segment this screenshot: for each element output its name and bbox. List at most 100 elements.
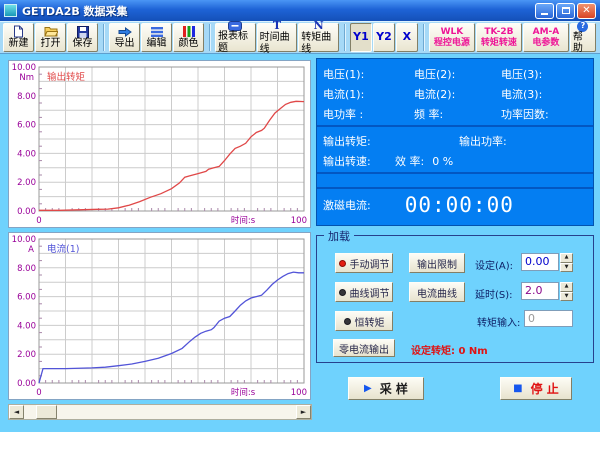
close-button[interactable]: ✕ <box>577 3 596 19</box>
zero-current-label: 零电流输出 <box>339 341 389 356</box>
voltage2-label: 电压(2): <box>414 66 501 82</box>
current-curve-button[interactable]: 电流曲线 <box>409 282 465 302</box>
save-label: 保存 <box>73 38 93 50</box>
radio-unselected-icon <box>339 289 346 296</box>
wlk-power-supply-button[interactable]: WLK 程控电源 <box>429 23 475 52</box>
export-arrow-icon <box>118 25 132 38</box>
stop-button[interactable]: ■ 停 止 <box>500 377 572 400</box>
current3-label: 电流(3): <box>501 86 593 102</box>
delay-input[interactable]: 2.0 <box>521 282 559 300</box>
edit-list-icon <box>151 25 163 38</box>
scroll-right-arrow-icon[interactable]: ► <box>296 405 311 419</box>
output-limit-button[interactable]: 输出限制 <box>409 253 465 273</box>
constant-torque-radio-button[interactable]: 恒转矩 <box>335 311 393 331</box>
svg-text:Nm: Nm <box>19 73 34 83</box>
color-bars-icon <box>183 25 195 38</box>
save-button[interactable]: 保存 <box>67 23 98 52</box>
delay-spinner[interactable]: ▲ ▼ <box>560 282 573 301</box>
toolbar-separator <box>423 24 425 51</box>
open-button[interactable]: 打开 <box>35 23 66 52</box>
svg-text:电流(1): 电流(1) <box>47 243 79 255</box>
set-current-label: 设定(A): <box>475 257 513 272</box>
radio-selected-icon <box>339 260 346 267</box>
power-factor-label: 功率因数: <box>501 106 593 122</box>
manual-adjust-radio-button[interactable]: 手动调节 <box>335 253 393 273</box>
svg-text:0: 0 <box>36 216 41 226</box>
report-title-label: 报表标题 <box>218 31 253 54</box>
radio-unselected-icon <box>344 318 351 325</box>
svg-text:4.00: 4.00 <box>17 149 36 159</box>
time-curve-label: 时间曲线 <box>260 32 295 55</box>
report-title-button[interactable]: 报表标题 <box>215 23 256 52</box>
minimize-button[interactable] <box>535 3 554 19</box>
edit-label: 编辑 <box>147 38 167 50</box>
efficiency-label: 效 率: <box>395 153 424 169</box>
svg-text:2.00: 2.00 <box>17 178 36 188</box>
torque-curve-button[interactable]: N 转矩曲线 <box>298 23 339 52</box>
frequency-label: 频 率: <box>414 106 501 122</box>
new-button[interactable]: 新建 <box>3 23 34 52</box>
app-window: GETDA2B 数据采集 ✕ 新建 打开 保存 <box>0 0 600 432</box>
output-torque-label: 输出转矩: <box>323 133 459 149</box>
time-curve-icon: T <box>273 20 281 33</box>
help-button[interactable]: ? 帮 助 <box>570 23 596 52</box>
save-floppy-icon <box>77 25 89 38</box>
spinner-down-icon[interactable]: ▼ <box>560 263 573 273</box>
current-curve-label: 电流曲线 <box>417 285 457 300</box>
svg-text:4.00: 4.00 <box>17 321 36 331</box>
set-current-input[interactable]: 0.00 <box>521 253 559 271</box>
svg-text:2.00: 2.00 <box>17 350 36 360</box>
svg-text:时间:s: 时间:s <box>231 215 256 226</box>
zero-current-output-button[interactable]: 零电流输出 <box>333 339 395 357</box>
power-measurements-section: 电压(1): 电压(2): 电压(3): 电流(1): 电流(2): 电流(3)… <box>317 59 593 127</box>
tk2b-torque-speed-button[interactable]: TK-2B 转矩转速 <box>476 23 522 52</box>
current-time-chart: 0.002.004.006.008.0010.00A0时间:s100电流(1) <box>8 232 311 400</box>
sample-button[interactable]: ▶ 采 样 <box>348 377 424 400</box>
sample-label: 采 样 <box>380 380 408 397</box>
voltage1-label: 电压(1): <box>323 66 414 82</box>
y2-axis-button[interactable]: Y2 <box>373 23 395 52</box>
chart-scrollbar[interactable]: ◄ ► <box>8 404 312 420</box>
scrollbar-thumb[interactable] <box>36 405 57 419</box>
torque-input-field[interactable]: 0 <box>524 310 573 327</box>
export-button[interactable]: 导出 <box>109 23 140 52</box>
time-curve-button[interactable]: T 时间曲线 <box>257 23 298 52</box>
svg-text:100: 100 <box>291 216 307 226</box>
curve-adjust-radio-button[interactable]: 曲线调节 <box>335 282 393 302</box>
toolbar-separator <box>209 24 211 51</box>
svg-text:6.00: 6.00 <box>17 293 36 303</box>
manual-adjust-label: 手动调节 <box>350 256 390 271</box>
svg-text:10.00: 10.00 <box>12 235 36 245</box>
color-label: 颜色 <box>179 38 199 50</box>
edit-button[interactable]: 编辑 <box>141 23 172 52</box>
stop-icon: ■ <box>513 383 522 394</box>
svg-text:8.00: 8.00 <box>17 264 36 274</box>
y1-axis-button[interactable]: Y1 <box>350 23 372 52</box>
voltage3-label: 电压(3): <box>501 66 593 82</box>
maximize-button[interactable] <box>556 3 575 19</box>
open-folder-icon <box>44 25 58 38</box>
new-label: 新建 <box>9 38 29 50</box>
close-icon: ✕ <box>582 6 590 16</box>
app-icon <box>4 4 17 17</box>
load-legend: 加载 <box>324 228 354 244</box>
spinner-up-icon[interactable]: ▲ <box>560 282 573 292</box>
output-power-label: 输出功率: <box>459 133 507 149</box>
ama-electric-params-button[interactable]: AM-A 电参数 <box>523 23 569 52</box>
spinner-up-icon[interactable]: ▲ <box>560 253 573 263</box>
help-label: 帮 助 <box>573 32 593 55</box>
toolbar: 新建 打开 保存 导出 编辑 <box>0 21 600 54</box>
output-measurements-section: 输出转矩: 输出功率: 输出转速: 效 率: 0 % <box>317 127 593 174</box>
excitation-timer-section: 激磁电流: 00:00:00 <box>317 189 593 221</box>
minimize-icon <box>541 13 548 15</box>
tk2b-line2: 转矩转速 <box>481 38 517 48</box>
x-axis-button[interactable]: X <box>396 23 418 52</box>
current1-label: 电流(1): <box>323 86 414 102</box>
scroll-left-arrow-icon[interactable]: ◄ <box>9 405 24 419</box>
set-current-spinner[interactable]: ▲ ▼ <box>560 253 573 272</box>
spinner-down-icon[interactable]: ▼ <box>560 292 573 302</box>
help-icon: ? <box>577 21 588 32</box>
color-button[interactable]: 颜色 <box>173 23 204 52</box>
torque-curve-icon: N <box>314 20 324 33</box>
svg-text:0.00: 0.00 <box>17 379 36 389</box>
